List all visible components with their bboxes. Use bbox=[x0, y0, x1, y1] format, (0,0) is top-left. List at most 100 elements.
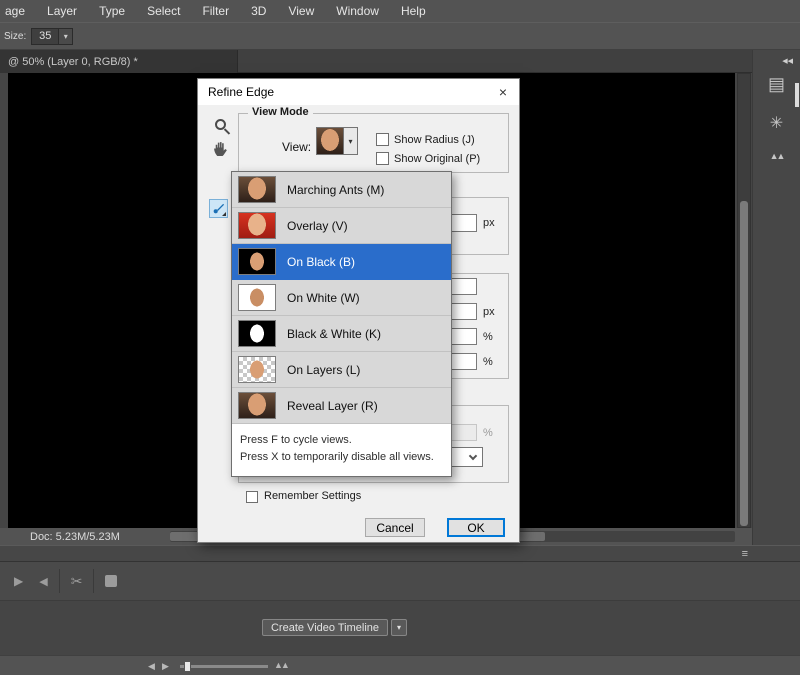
vertical-scrollbar[interactable] bbox=[737, 73, 751, 528]
refine-radius-tool-button[interactable] bbox=[209, 199, 228, 218]
view-option-label: Black & White (K) bbox=[287, 326, 382, 341]
cancel-button[interactable]: Cancel bbox=[365, 518, 425, 537]
combo-chevron-down-icon bbox=[468, 451, 478, 461]
zoom-tool-button[interactable] bbox=[215, 119, 233, 137]
view-list-hints: Press F to cycle views. Press X to tempo… bbox=[232, 424, 451, 476]
view-label: View: bbox=[282, 140, 312, 154]
play-icon[interactable]: ▶ bbox=[14, 574, 23, 588]
timeline-type-dropdown-icon[interactable]: ▾ bbox=[391, 619, 407, 636]
timeline-zoom-slider-thumb[interactable] bbox=[184, 661, 191, 672]
menu-window[interactable]: Window bbox=[325, 4, 390, 18]
menu-select[interactable]: Select bbox=[136, 4, 191, 18]
view-option-label: Marching Ants (M) bbox=[287, 182, 385, 197]
zoom-in-icon[interactable]: ▶ bbox=[162, 661, 169, 672]
timeline-header: ≡ bbox=[0, 545, 800, 562]
menu-view[interactable]: View bbox=[277, 4, 325, 18]
view-option-label: On White (W) bbox=[287, 290, 360, 305]
view-option-on-layers[interactable]: On Layers (L) bbox=[232, 352, 451, 388]
toolbar-divider bbox=[58, 569, 60, 593]
menu-image[interactable]: age bbox=[0, 4, 36, 18]
radius-unit-label: px bbox=[483, 217, 495, 229]
timeline-zoom-slider[interactable] bbox=[180, 661, 268, 672]
toolbar-divider bbox=[93, 569, 95, 593]
document-tab[interactable]: @ 50% (Layer 0, RGB/8) * bbox=[0, 50, 238, 73]
view-option-on-white[interactable]: On White (W) bbox=[232, 280, 451, 316]
clip-icon[interactable] bbox=[105, 575, 118, 587]
menu-bar: age Layer Type Select Filter 3D View Win… bbox=[0, 0, 800, 22]
marching-ants-thumbnail bbox=[238, 176, 276, 203]
document-tab-title: @ 50% (Layer 0, RGB/8) * bbox=[8, 55, 138, 68]
view-mode-dropdown-button[interactable]: ▾ bbox=[316, 127, 358, 155]
scissors-icon[interactable]: ✂ bbox=[71, 573, 83, 590]
show-radius-checkbox[interactable] bbox=[376, 133, 389, 146]
remember-settings-checkbox[interactable] bbox=[246, 491, 258, 503]
vertical-scrollbar-thumb[interactable] bbox=[740, 201, 748, 526]
photoshop-window: age Layer Type Select Filter 3D View Win… bbox=[0, 0, 800, 675]
view-option-black-and-white[interactable]: Black & White (K) bbox=[232, 316, 451, 352]
view-option-marching-ants[interactable]: Marching Ants (M) bbox=[232, 172, 451, 208]
feather-unit-label: px bbox=[483, 306, 495, 318]
on-black-thumbnail bbox=[238, 248, 276, 275]
refine-brush-icon bbox=[213, 203, 225, 214]
timeline-bottom-bar: ◀ ▶ ▲▲ bbox=[0, 655, 800, 675]
show-radius-label: Show Radius (J) bbox=[394, 134, 475, 146]
show-original-checkbox[interactable] bbox=[376, 152, 389, 165]
reveal-layer-thumbnail bbox=[238, 392, 276, 419]
panel-menu-icon[interactable]: ≡ bbox=[742, 548, 748, 560]
view-option-reveal-layer[interactable]: Reveal Layer (R) bbox=[232, 388, 451, 424]
overlay-thumbnail bbox=[238, 212, 276, 239]
show-original-label: Show Original (P) bbox=[394, 153, 481, 165]
shift-edge-unit-label: % bbox=[483, 356, 493, 368]
view-dropdown-arrow-icon: ▾ bbox=[344, 128, 357, 154]
menu-filter[interactable]: Filter bbox=[191, 4, 240, 18]
view-option-label: On Layers (L) bbox=[287, 362, 361, 377]
doc-size-info: Doc: 5.23M/5.23M bbox=[30, 530, 120, 543]
menu-help[interactable]: Help bbox=[390, 4, 437, 18]
view-thumbnail bbox=[317, 128, 344, 154]
magnifier-handle bbox=[223, 128, 231, 135]
panel-mountains-icon[interactable]: ▲▲ bbox=[770, 151, 786, 161]
hint-disable-views: Press X to temporarily disable all views… bbox=[240, 451, 434, 463]
zoom-out-icon[interactable]: ◀ bbox=[148, 661, 155, 672]
panel-grid-icon[interactable]: ▤ bbox=[768, 74, 785, 95]
view-mode-open-list: Marching Ants (M) Overlay (V) On Black (… bbox=[231, 171, 452, 477]
view-option-label: On Black (B) bbox=[287, 254, 356, 269]
previous-frame-icon[interactable]: ◀ bbox=[39, 575, 47, 588]
size-value-field[interactable]: 35 bbox=[31, 27, 60, 45]
dock-scrollbar-thumb[interactable] bbox=[795, 83, 799, 107]
timeline-body: Create Video Timeline ▾ bbox=[0, 600, 800, 655]
view-option-overlay[interactable]: Overlay (V) bbox=[232, 208, 451, 244]
on-white-thumbnail bbox=[238, 284, 276, 311]
on-layers-thumbnail bbox=[238, 356, 276, 383]
dock-icon-column: ▤ ✳ ▲▲ bbox=[753, 72, 800, 161]
size-dropdown-arrow-icon[interactable]: ▾ bbox=[59, 27, 74, 45]
dialog-title-bar: Refine Edge bbox=[198, 79, 519, 105]
view-option-label: Reveal Layer (R) bbox=[287, 398, 378, 413]
hand-icon bbox=[214, 142, 227, 156]
menu-type[interactable]: Type bbox=[88, 4, 136, 18]
hint-cycle-views: Press F to cycle views. bbox=[240, 434, 352, 446]
collapse-panels-icon[interactable]: ◀◀ bbox=[782, 57, 793, 65]
dialog-title: Refine Edge bbox=[208, 85, 275, 99]
view-option-on-black[interactable]: On Black (B) bbox=[232, 244, 451, 280]
view-mode-group-label: View Mode bbox=[248, 106, 313, 118]
tab-bar: @ 50% (Layer 0, RGB/8) * bbox=[0, 50, 752, 73]
contrast-unit-label: % bbox=[483, 331, 493, 343]
decontaminate-unit-label: % bbox=[483, 427, 493, 439]
ok-button[interactable]: OK bbox=[447, 518, 505, 537]
refine-edge-dialog: Refine Edge × View Mode View: ▾ Show Rad… bbox=[197, 78, 520, 543]
hand-tool-button[interactable] bbox=[212, 140, 230, 158]
view-option-label: Overlay (V) bbox=[287, 218, 348, 233]
right-panel-dock: ◀◀ ▤ ✳ ▲▲ bbox=[752, 50, 800, 545]
close-icon[interactable]: × bbox=[492, 82, 514, 102]
menu-layer[interactable]: Layer bbox=[36, 4, 88, 18]
menu-3d[interactable]: 3D bbox=[240, 4, 277, 18]
remember-settings-label: Remember Settings bbox=[264, 490, 362, 502]
size-label: Size: bbox=[4, 30, 27, 42]
frame-size-icon: ▲▲ bbox=[274, 660, 290, 670]
black-and-white-thumbnail bbox=[238, 320, 276, 347]
timeline-toolbar: ▶ ◀ ✂ bbox=[0, 562, 800, 600]
options-bar: Size: 35 ▾ bbox=[0, 22, 800, 50]
panel-star-icon[interactable]: ✳ bbox=[770, 113, 783, 133]
create-video-timeline-button[interactable]: Create Video Timeline bbox=[262, 619, 388, 636]
